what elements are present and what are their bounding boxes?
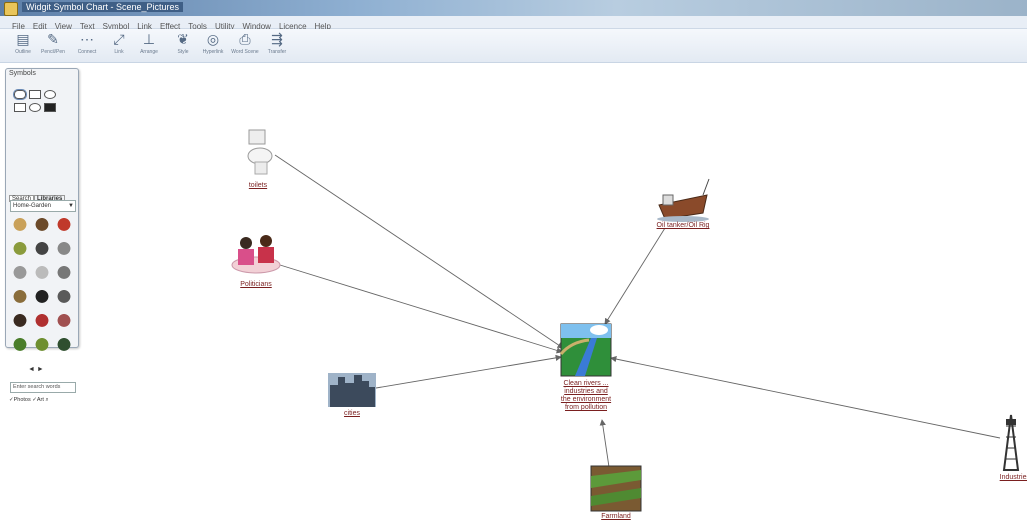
- print-icon: ⎙: [239, 31, 251, 47]
- link-line[interactable]: [610, 356, 1001, 439]
- toolbar: ▤ Outline ✎ Pencil/Pen ⋯ Connect ⤢ Link ⊥ Arrange…: [0, 29, 1027, 63]
- toolbar-word-scene-button[interactable]: ⎙ Word Scene: [230, 31, 260, 61]
- toolbar-link-button[interactable]: ⤢ Link: [104, 31, 134, 61]
- people-picture-icon[interactable]: [231, 235, 281, 274]
- toolbar-arrange-button[interactable]: ⊥ Arrange: [134, 31, 164, 61]
- pen-icon: ✎: [47, 31, 59, 47]
- farm-picture-icon[interactable]: [590, 465, 642, 512]
- node-pictures: [231, 129, 1020, 512]
- document-icon: ▤: [16, 31, 30, 47]
- globe-icon: ◎: [206, 31, 220, 47]
- style-icon: ❦: [177, 31, 189, 47]
- people-label[interactable]: Politicians: [196, 281, 316, 289]
- link-line[interactable]: [274, 154, 564, 349]
- toolbar-label: Word Scene: [231, 49, 259, 55]
- toolbar-label: Outline: [15, 49, 31, 55]
- toolbar-pencil-pen-button[interactable]: ✎ Pencil/Pen: [38, 31, 68, 61]
- ship-picture-icon[interactable]: [657, 178, 710, 222]
- link-line[interactable]: [599, 419, 610, 468]
- link-lines: [274, 154, 1001, 468]
- menu-bar: File Edit View Text Symbol Link Effect Tools Uti…: [0, 16, 1027, 31]
- toolbar-label: Arrange: [140, 49, 158, 55]
- ship-label[interactable]: Oil tanker/Oil Rig: [623, 222, 743, 230]
- tower-picture-icon[interactable]: [1002, 414, 1020, 471]
- toolbar-style-button[interactable]: ❦ Style: [168, 31, 198, 61]
- link-line[interactable]: [604, 227, 666, 325]
- toolbar-label: Transfer: [267, 49, 287, 55]
- toolbar-hyperlink-button[interactable]: ◎ Hyperlink: [198, 31, 228, 61]
- toolbar-connect-button[interactable]: ⋯ Connect: [72, 31, 102, 61]
- link-line[interactable]: [279, 264, 563, 354]
- transfer-icon: ⇶: [271, 31, 283, 47]
- toolbar-label: Style: [177, 49, 189, 55]
- connect-icon: ⋯: [80, 31, 94, 47]
- toolbar-label: Hyperlink: [202, 49, 224, 55]
- diagram-canvas[interactable]: [0, 62, 1027, 520]
- link-icon: ⤢: [113, 31, 125, 47]
- tower-label[interactable]: Industries: [970, 474, 1027, 482]
- center-label[interactable]: industries and: [526, 388, 646, 396]
- center-picture-icon[interactable]: [559, 323, 612, 377]
- toolbar-label: Pencil/Pen: [41, 49, 65, 55]
- toolbar-transfer-button[interactable]: ⇶ Transfer: [262, 31, 292, 61]
- city-picture-icon[interactable]: [328, 373, 376, 407]
- toilet-picture-icon[interactable]: [247, 129, 273, 175]
- city-label[interactable]: cities: [292, 410, 412, 418]
- center-label[interactable]: from pollution: [526, 404, 646, 412]
- center-label[interactable]: the environment: [526, 396, 646, 404]
- title-bar: Widgit Symbol Chart - Scene_Pictures: [0, 0, 1027, 16]
- app-icon[interactable]: [4, 2, 18, 16]
- toolbar-outline-button[interactable]: ▤ Outline: [8, 31, 38, 61]
- arrange-icon: ⊥: [142, 31, 156, 47]
- toolbar-label: Link: [114, 49, 124, 55]
- toilet-label[interactable]: toilets: [198, 182, 318, 190]
- center-label[interactable]: Clean rivers ...: [526, 380, 646, 388]
- toolbar-label: Connect: [77, 49, 97, 55]
- window-title: Widgit Symbol Chart - Scene_Pictures: [22, 2, 184, 12]
